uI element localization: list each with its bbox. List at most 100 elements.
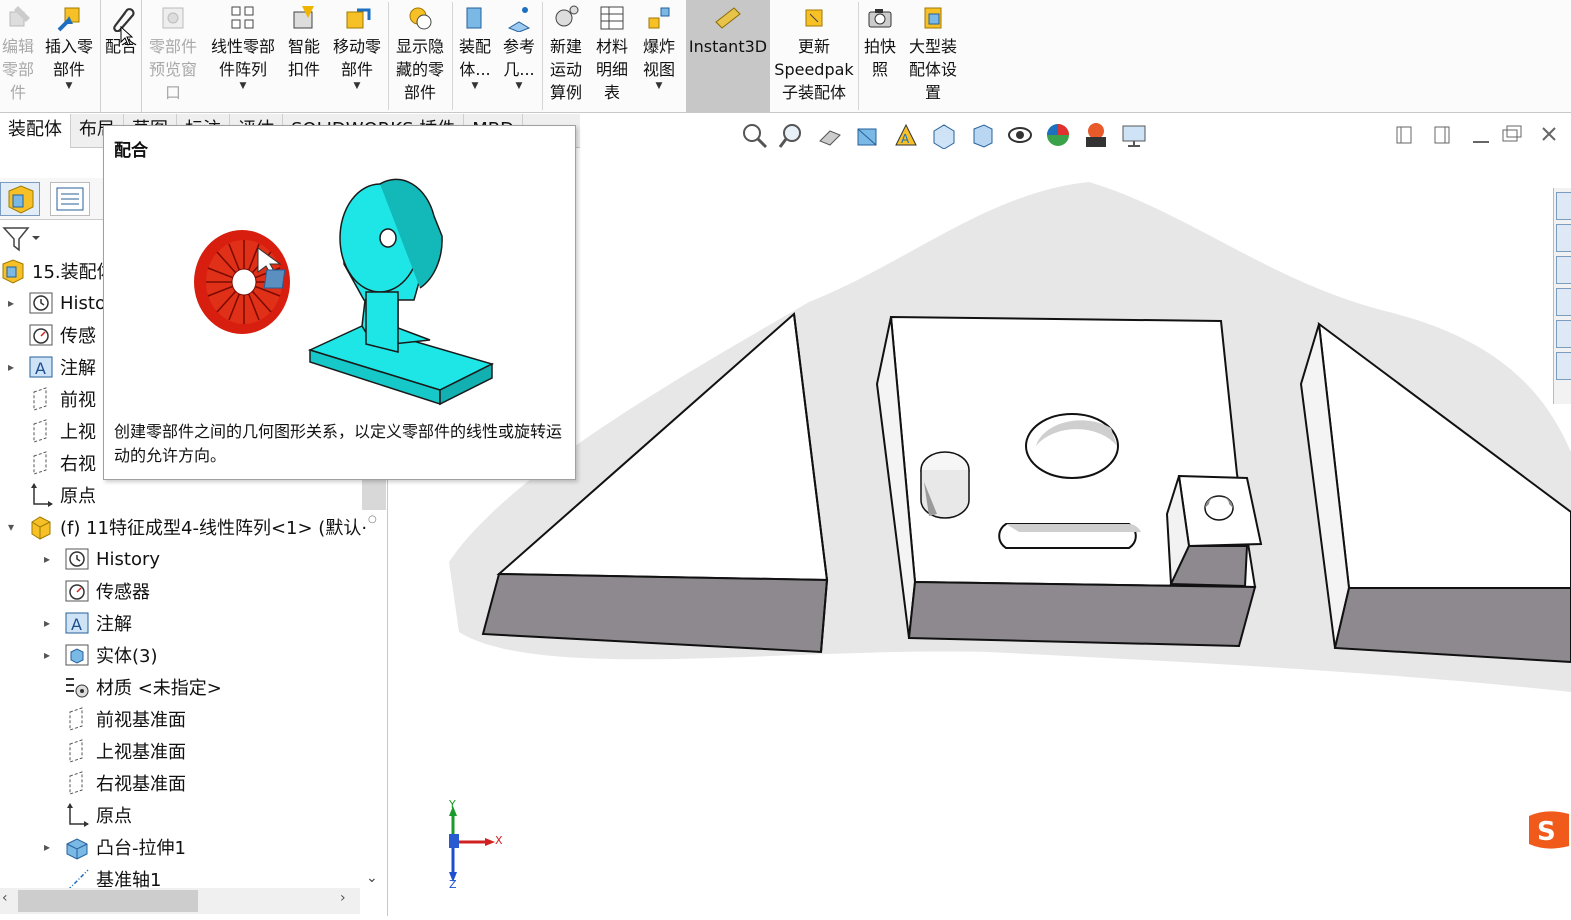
smart-fasteners-label: 智能 扣件 [287,37,320,79]
expand-arrow-icon[interactable]: ▸ [36,648,58,662]
view-orientation-icon[interactable] [930,121,958,150]
view-palette-icon[interactable] [1556,288,1571,316]
plane-icon [64,770,90,796]
dropdown-arrow-icon[interactable]: ▼ [516,81,523,91]
tree-item[interactable]: 上视 [0,416,96,446]
tree-item[interactable]: 材质 <未指定> [36,672,222,702]
tree-item[interactable]: 原点 [36,800,132,830]
scrollbar-thumb[interactable] [362,478,386,510]
large-assembly-settings-button[interactable]: 大型装 配体设 置 [902,0,964,112]
tree-item[interactable]: 右视 [0,448,96,478]
tree-item-label: 原点 [60,486,96,507]
scroll-right-icon[interactable]: › [340,890,346,906]
home-icon[interactable] [1556,192,1571,220]
previous-view-icon[interactable] [816,121,844,149]
tree-item[interactable]: ▸ 凸台-拉伸1 [36,832,186,862]
tree-item[interactable]: ▸ History [36,544,160,574]
new-motion-study-button[interactable]: 新建 运动 算例 [544,0,588,112]
horizontal-scrollbar[interactable]: ‹ › [0,888,360,914]
expand-arrow-icon[interactable]: ▸ [36,840,58,854]
tree-item-label: 前视基准面 [96,710,186,731]
reference-geometry-button[interactable]: 参考 几... ▼ [498,0,540,112]
display-style-icon[interactable] [968,121,996,149]
red-gear-icon [194,230,290,334]
linear-pattern-button[interactable]: 线性零部 件阵列 ▼ [206,0,280,112]
hide-show-items-icon[interactable] [1006,121,1034,149]
snapshot-button[interactable]: 拍快 照 [860,0,900,112]
dropdown-arrow-icon[interactable]: ▼ [656,81,663,91]
component-preview-button[interactable]: 零部件 预览窗 口 [144,0,202,112]
mate-button[interactable]: 配合 [100,0,142,112]
file-explorer-icon[interactable] [1556,256,1571,284]
tree-item[interactable]: 传感 [0,320,96,350]
show-hidden-components-button[interactable]: 显示隐 藏的零 部件 [390,0,450,112]
dynamic-annotation-icon[interactable]: A [892,121,920,149]
dropdown-arrow-icon[interactable]: ▼ [66,81,73,91]
edit-component-button[interactable]: 编辑 零部 件 [0,0,36,112]
tree-item-label: 注解 [60,358,96,379]
tree-item[interactable]: ▸ A 注解 [0,352,96,382]
exploded-view-button[interactable]: 爆炸 视图 ▼ [636,0,682,112]
feature-manager-tab-icon[interactable] [0,182,40,216]
expand-arrow-icon[interactable]: ▸ [0,296,22,310]
tree-item[interactable]: ▸ A 注解 [36,608,132,638]
snapshot-label: 拍快 照 [863,37,896,79]
expand-arrow-icon[interactable]: ▸ [36,552,58,566]
window-control-icons[interactable] [1391,118,1571,152]
svg-text:A: A [901,132,910,146]
move-component-button[interactable]: 移动零 部件 ▼ [328,0,386,112]
table-icon [598,4,626,32]
reference-geometry-icon [505,4,533,33]
instant3d-button[interactable]: Instant3D [686,0,770,112]
scroll-left-icon[interactable]: ‹ [2,890,8,906]
history-icon [28,290,54,316]
update-speedpak-button[interactable]: 更新 Speedpak 子装配体 [772,0,856,112]
apply-scene-icon[interactable] [1082,121,1110,149]
mouse-cursor-icon [120,26,134,46]
zoom-to-fit-icon[interactable] [740,121,768,149]
tree-item[interactable]: 传感器 [36,576,150,606]
appearances-icon[interactable] [1556,320,1571,348]
tree-item[interactable]: 上视基准面 [36,736,186,766]
bill-of-materials-button[interactable]: 材料 明细 表 [590,0,634,112]
expand-arrow-icon[interactable]: ▸ [0,360,22,374]
assembly-features-button[interactable]: 装配 体... ▼ [454,0,496,112]
tree-root-assembly[interactable]: 15.装配体 [0,256,115,286]
tree-item[interactable]: ▸ 实体(3) [36,640,158,670]
center-block-body[interactable] [875,315,1263,648]
plane-icon [28,418,54,444]
tree-item[interactable]: ▾ (f) 11特征成型4-线性阵列<1> (默认· [0,512,367,542]
vertical-scrollbar[interactable]: ○ ⌄ [362,478,386,898]
zoom-to-area-icon[interactable] [778,121,806,149]
tree-item[interactable]: ▸ Histo [0,288,106,318]
history-icon [64,546,90,572]
h-scrollbar-thumb[interactable] [18,890,198,912]
edit-appearance-icon[interactable] [1044,121,1072,149]
tree-item[interactable]: 右视基准面 [36,768,186,798]
tree-item[interactable]: 前视基准面 [36,704,186,734]
section-view-icon[interactable] [854,121,882,149]
view-settings-icon[interactable] [1120,121,1148,149]
insert-component-button[interactable]: 插入零 部件 ▼ [40,0,98,112]
smart-fasteners-button[interactable]: 智能 扣件 [282,0,326,112]
motion-study-gear-icon [552,4,580,32]
task-pane-tabs [1553,188,1571,404]
design-library-icon[interactable] [1556,224,1571,252]
tree-item[interactable]: 原点 [0,480,96,510]
plane-icon [64,706,90,732]
custom-properties-icon[interactable] [1556,352,1571,380]
tab-assembly[interactable]: 装配体 [0,114,71,148]
property-manager-tab-icon[interactable] [50,182,90,216]
collapse-arrow-icon[interactable]: ▾ [0,520,22,534]
dropdown-arrow-icon[interactable]: ▼ [354,81,361,91]
ime-s-logo-icon[interactable]: S [1525,808,1571,852]
dropdown-arrow-icon[interactable]: ▼ [240,81,247,91]
tree-item[interactable]: 前视 [0,384,96,414]
mate-tooltip: 配合 创建零部件之间的几何图形关系，以定义零部件的线性或旋转运动的允许方向。 [103,125,576,480]
filter-icon[interactable] [2,224,42,254]
expand-arrow-icon[interactable]: ▸ [36,616,58,630]
dropdown-arrow-icon[interactable]: ▼ [472,81,479,91]
extrude-icon [64,834,90,860]
tree-item-label: 右视 [60,454,96,475]
scroll-down-icon[interactable]: ⌄ [366,870,378,886]
